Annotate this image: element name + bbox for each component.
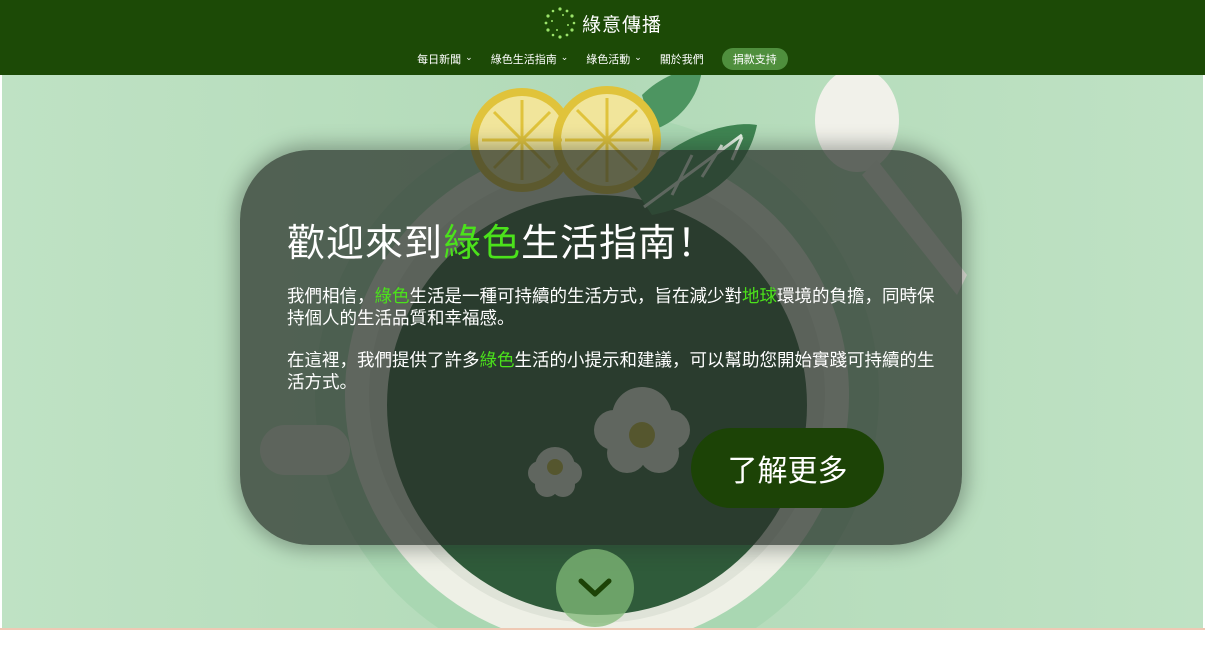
nav-item-label: 關於我們: [659, 53, 704, 66]
tips-paragraph: 在這裡，我們提供了許多綠色生活的小提示和建議，可以幫助您開始實踐可持續的生活方式…: [287, 350, 937, 394]
learn-more-button[interactable]: 了解更多: [691, 428, 884, 508]
paragraph-text: 在這裡，我們提供了許多: [287, 351, 480, 371]
highlight-text: 地球: [742, 287, 777, 307]
divider: [0, 628, 1205, 630]
brand[interactable]: 綠意傳播: [0, 7, 1205, 39]
site-header: 綠意傳播 每日新聞 ⌄ 綠色生活指南 ⌄ 綠色活動 ⌄ 關於我們 捐款支持: [0, 0, 1205, 75]
paragraph-text: 生活是一種可持續的生活方式，旨在減少對: [409, 287, 743, 307]
title-highlight: 綠色: [443, 221, 522, 265]
paragraph-text: 我們相信，: [287, 287, 375, 307]
nav-item-about-us[interactable]: 關於我們: [660, 51, 704, 67]
nav-item-label: 每日新聞: [417, 53, 462, 66]
chevron-down-icon: ⌄: [634, 53, 642, 63]
nav-item-label: 綠色生活指南: [490, 53, 557, 66]
scroll-down-button[interactable]: [556, 549, 634, 627]
highlight-text: 綠色: [479, 351, 515, 371]
chevron-down-icon: ⌄: [560, 53, 569, 63]
chevron-down-icon: [578, 578, 612, 597]
nav-item-daily-news[interactable]: 每日新聞 ⌄: [417, 51, 473, 67]
hero-title: 歡迎來到綠色生活指南！: [287, 212, 716, 267]
nav-item-green-events[interactable]: 綠色活動 ⌄: [586, 51, 642, 67]
title-text: 歡迎來到: [287, 221, 444, 265]
title-text: 生活指南！: [521, 221, 717, 265]
nav-item-label: 綠色活動: [586, 53, 631, 66]
donate-button[interactable]: 捐款支持: [721, 48, 788, 70]
chevron-down-icon: ⌄: [465, 53, 473, 63]
nav-item-green-guide[interactable]: 綠色生活指南 ⌄: [491, 51, 569, 67]
brand-name: 綠意傳播: [581, 13, 662, 36]
intro-paragraph: 我們相信，綠色生活是一種可持續的生活方式，旨在減少對地球環境的負擔，同時保持個人…: [287, 286, 937, 330]
highlight-text: 綠色: [374, 287, 410, 307]
main-nav: 每日新聞 ⌄ 綠色生活指南 ⌄ 綠色活動 ⌄ 關於我們 捐款支持: [0, 48, 1205, 70]
dotted-circle-logo-icon: [544, 7, 576, 39]
